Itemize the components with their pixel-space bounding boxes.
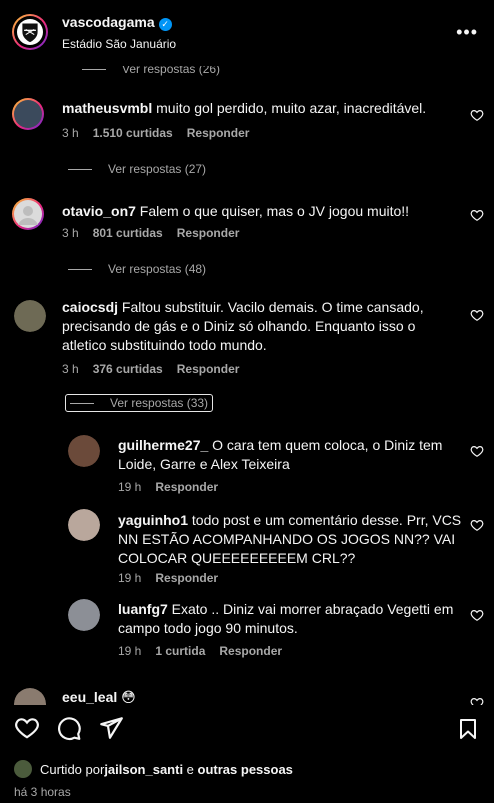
likes-count[interactable]: 1.510 curtidas [93, 126, 173, 140]
comment-username[interactable]: eeu_leal [62, 689, 117, 705]
reply-button[interactable]: Responder [219, 644, 282, 658]
view-replies-label: Ver respostas (48) [108, 262, 207, 276]
share-send-icon[interactable] [98, 715, 124, 741]
reply-button[interactable]: Responder [177, 362, 240, 376]
avatar[interactable] [12, 198, 44, 230]
liked-user[interactable]: jailson_santi [104, 762, 183, 777]
comment-text: 😳 [121, 689, 136, 705]
heart-icon[interactable] [470, 696, 484, 705]
reply-username[interactable]: luanfg7 [118, 601, 168, 617]
save-bookmark-icon[interactable] [456, 717, 480, 741]
reply-username[interactable]: guilherme27_ [118, 437, 208, 453]
reply-button[interactable]: Responder [155, 571, 218, 585]
heart-icon[interactable] [470, 518, 484, 532]
verified-badge-icon: ✓ [158, 18, 172, 31]
divider [70, 402, 94, 404]
reply-time: 19 h [118, 571, 142, 585]
view-replies-link[interactable]: Ver respostas (33) [64, 394, 214, 412]
divider [68, 168, 92, 170]
likes-count[interactable]: 1 curtida [155, 644, 205, 658]
view-replies-label: Ver respostas (27) [108, 162, 207, 176]
vasco-crest-icon [17, 19, 43, 45]
comment-text: muito gol perdido, muito azar, inacredit… [156, 100, 427, 116]
comment-time: 3 h [62, 362, 79, 376]
avatar[interactable] [14, 688, 46, 705]
comment-username[interactable]: caiocsdj [62, 299, 118, 315]
view-replies-link[interactable]: Ver respostas (27) [68, 162, 206, 176]
liked-prefix: Curtido por [40, 761, 105, 777]
avatar [14, 760, 32, 778]
post-time: há 3 horas [14, 785, 71, 799]
comment-time: 3 h [62, 226, 79, 240]
post-actions-bar: Curtido por jailson_santi e outras pesso… [0, 705, 494, 803]
default-avatar-icon [18, 206, 38, 225]
post-location[interactable]: Estádio São Januário [62, 37, 176, 51]
likes-count[interactable]: 376 curtidas [93, 362, 163, 376]
liked-others[interactable]: outras pessoas [198, 762, 293, 777]
avatar[interactable] [68, 599, 100, 631]
reply-time: 19 h [118, 480, 142, 494]
reply-text: Exato .. Diniz vai morrer abraçado Veget… [118, 601, 454, 636]
liked-by[interactable]: Curtido por jailson_santi e outras pesso… [14, 760, 293, 778]
heart-icon[interactable] [470, 308, 484, 322]
view-replies-link[interactable]: Ver respostas (48) [68, 262, 206, 276]
reply-username[interactable]: yaguinho1 [118, 512, 188, 528]
post-username[interactable]: vascodagama [62, 14, 155, 30]
like-heart-icon[interactable] [14, 715, 40, 741]
heart-icon[interactable] [470, 608, 484, 622]
divider [68, 268, 92, 270]
likes-count[interactable]: 801 curtidas [93, 226, 163, 240]
view-replies-label: Ver respostas (33) [110, 396, 209, 410]
avatar[interactable] [12, 98, 44, 130]
reply-time: 19 h [118, 644, 142, 658]
comments-list[interactable]: Ver respostas (26) matheusvmbl muito gol… [0, 0, 494, 705]
reply-button[interactable]: Responder [155, 480, 218, 494]
comment-text: Falem o que quiser, mas o JV jogou muito… [139, 203, 410, 219]
post-header: vascodagama ✓ Estádio São Januário ••• [0, 0, 494, 66]
avatar[interactable] [14, 300, 46, 332]
liked-suffix: e [183, 761, 198, 777]
reply-button[interactable]: Responder [187, 126, 250, 140]
heart-icon[interactable] [470, 208, 484, 222]
avatar[interactable] [12, 14, 48, 50]
avatar[interactable] [68, 435, 100, 467]
comment-username[interactable]: matheusvmbl [62, 100, 152, 116]
reply-button[interactable]: Responder [177, 226, 240, 240]
more-options-icon[interactable]: ••• [456, 22, 478, 43]
divider [82, 68, 106, 70]
heart-icon[interactable] [470, 108, 484, 122]
comment-icon[interactable] [56, 715, 82, 741]
comment-username[interactable]: otavio_on7 [62, 203, 136, 219]
comment-time: 3 h [62, 126, 79, 140]
avatar[interactable] [68, 509, 100, 541]
heart-icon[interactable] [470, 444, 484, 458]
